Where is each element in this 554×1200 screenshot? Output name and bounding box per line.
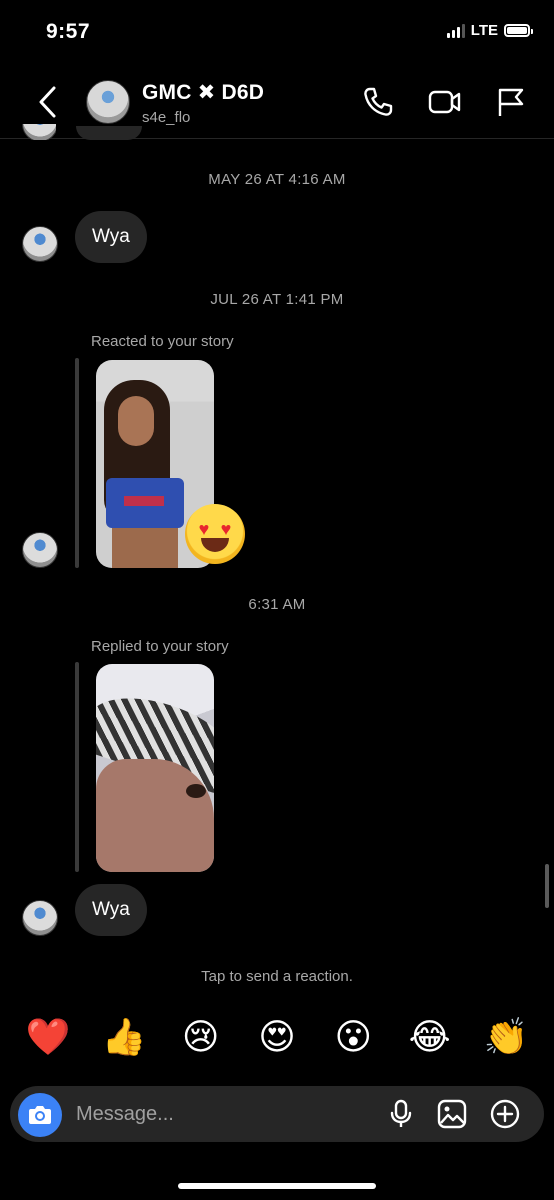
sender-avatar[interactable] [22,532,58,568]
laughing-reaction-button[interactable]: 😂 [406,1014,454,1062]
thumbs-up-reaction-button[interactable]: 👍 [100,1014,148,1062]
video-camera-icon [428,90,461,114]
avatar-partial [22,124,56,140]
timestamp: JUL 26 AT 1:41 PM [210,291,344,308]
home-indicator[interactable] [178,1183,376,1189]
timestamp: 6:31 AM [248,596,306,613]
gallery-icon [437,1099,467,1129]
flag-icon [498,88,524,116]
call-button[interactable] [362,86,394,118]
conversation-title[interactable]: GMC ✖ D6D [142,80,264,105]
heart-eyes-reaction-button[interactable]: 😍 [253,1014,301,1062]
surprised-reaction-button[interactable]: 😮 [329,1014,377,1062]
message-input[interactable] [76,1097,376,1131]
clapping-reaction-button[interactable]: 👏 [482,1014,530,1062]
back-button[interactable] [36,84,60,120]
heart-reaction-button[interactable]: ❤️ [24,1014,72,1062]
reaction-hint: Tap to send a reaction. [201,968,353,985]
crying-reaction-button[interactable]: 😢 [177,1014,225,1062]
message-bubble-partial [76,126,142,140]
header-avatar[interactable] [86,80,130,124]
video-call-button[interactable] [428,86,461,118]
story-thumbnail[interactable] [96,664,214,872]
gallery-button[interactable] [437,1099,467,1129]
add-icon [490,1099,520,1129]
story-quote-bar [75,358,79,568]
story-reply-label: Replied to your story [91,638,229,655]
signal-icon [446,23,465,38]
back-chevron-icon [39,86,56,118]
network-label: LTE [470,22,498,39]
story-quote-bar [75,662,79,872]
battery-icon [504,24,533,37]
status-indicators: LTE [446,22,533,39]
sender-avatar[interactable] [22,226,58,262]
status-time: 9:57 [46,20,91,43]
story-reaction-label: Reacted to your story [91,333,234,350]
camera-icon [29,1106,51,1124]
microphone-icon [390,1099,412,1127]
camera-button[interactable] [18,1093,62,1137]
quick-reactions-bar: ❤️ 👍 😢 😍 😮 😂 👏 [24,1014,530,1062]
report-button[interactable] [496,86,528,118]
heart-eyes-reaction-icon: ♥ ♥ [185,504,245,564]
voice-message-button[interactable] [386,1099,416,1129]
more-options-button[interactable] [490,1099,520,1129]
message-bubble[interactable]: Wya [75,211,147,263]
phone-icon [364,87,393,116]
scrollbar[interactable] [545,864,549,908]
message-bubble[interactable]: Wya [75,884,147,936]
conversation-username[interactable]: s4e_flo [142,109,190,126]
sender-avatar[interactable] [22,900,58,936]
timestamp: MAY 26 AT 4:16 AM [208,171,346,188]
